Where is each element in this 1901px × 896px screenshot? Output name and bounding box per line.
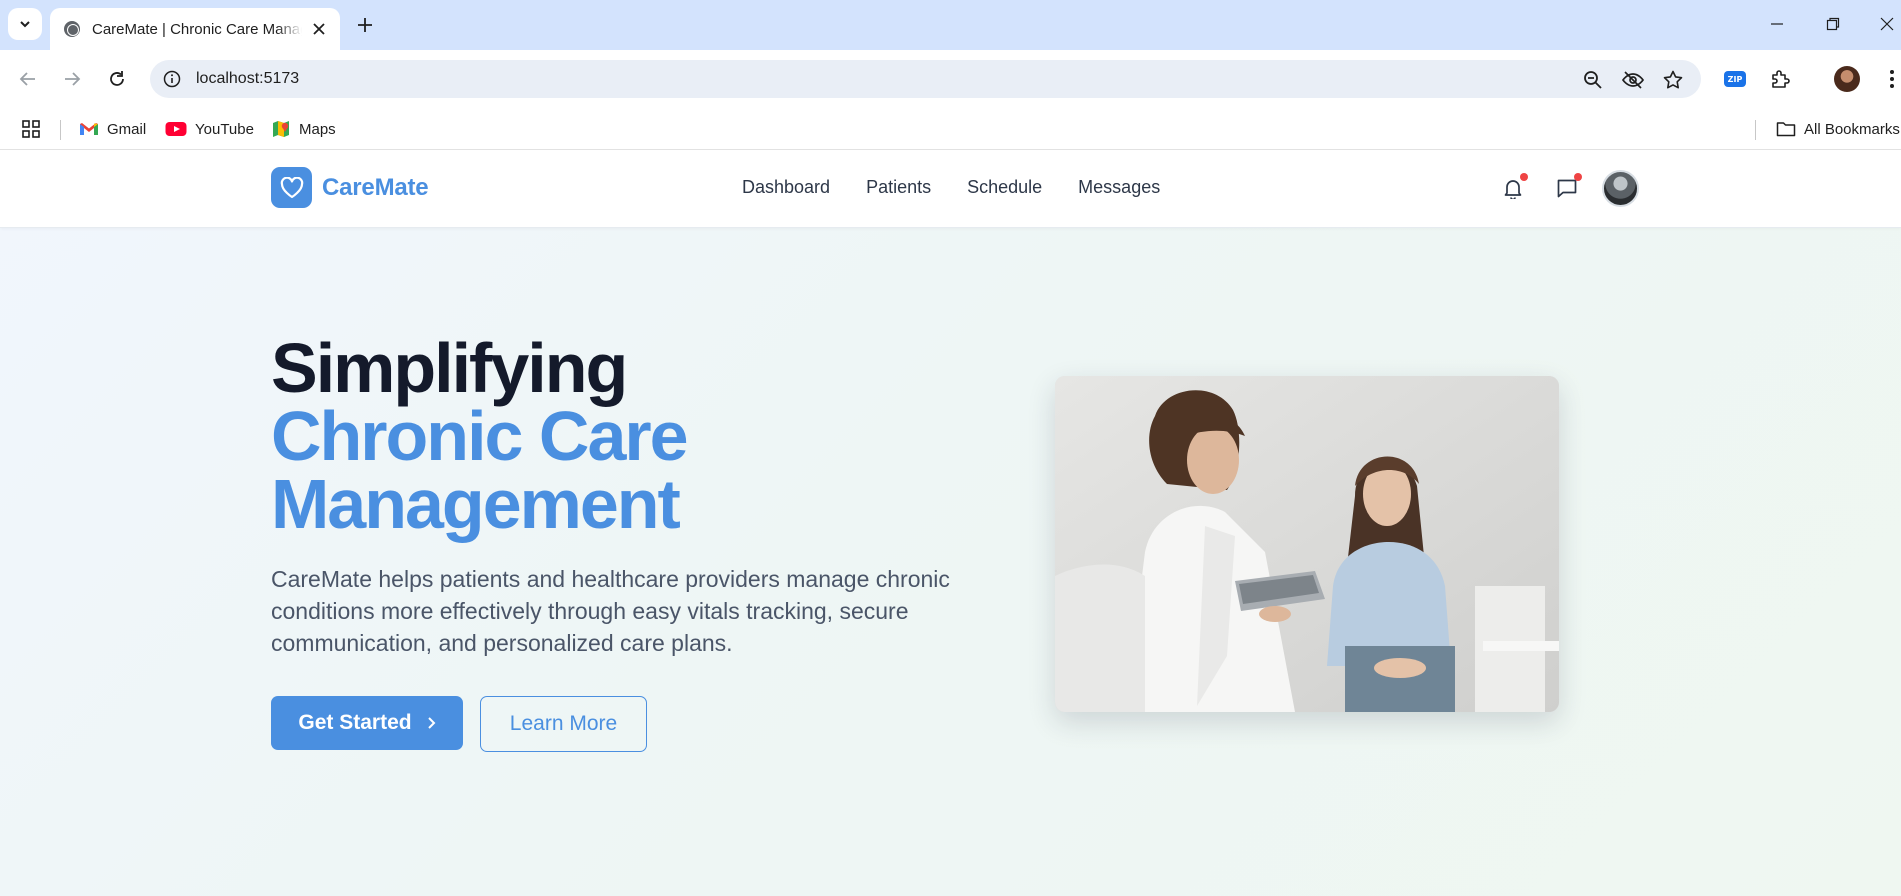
close-icon [313, 23, 325, 35]
bookmark-label: Gmail [107, 120, 147, 138]
bookmark-label: YouTube [195, 120, 254, 138]
gmail-icon [80, 123, 98, 135]
bookmarks-bar: Gmail YouTube Maps All Bookmarks [0, 108, 1901, 150]
eye-off-icon[interactable] [1621, 68, 1645, 92]
site-info-icon[interactable] [162, 69, 182, 89]
nav-dashboard[interactable]: Dashboard [742, 177, 830, 198]
arrow-right-icon [65, 72, 81, 86]
browser-tab-active[interactable]: CareMate | Chronic Care Management [50, 8, 340, 50]
messages-button[interactable] [1552, 173, 1582, 203]
close-tab-button[interactable] [310, 20, 328, 38]
nav-messages[interactable]: Messages [1078, 177, 1160, 198]
learn-more-button[interactable]: Learn More [480, 696, 647, 752]
star-icon[interactable] [1661, 68, 1685, 92]
main-nav: Dashboard Patients Schedule Messages [742, 177, 1160, 198]
arrow-left-icon [19, 72, 35, 86]
new-tab-button[interactable] [352, 12, 378, 38]
hero-description: CareMate helps patients and healthcare p… [271, 566, 950, 656]
bookmark-gmail[interactable]: Gmail [79, 117, 146, 141]
reload-icon [110, 71, 124, 86]
brand-name: CareMate [322, 173, 429, 201]
apps-icon[interactable] [21, 117, 41, 141]
browser-tabstrip: CareMate | Chronic Care Management [0, 0, 1901, 50]
hero-title: Simplifying Chronic Care Management [271, 329, 689, 543]
tab-search-button[interactable] [8, 8, 42, 40]
brand-logo-link[interactable]: CareMate [271, 167, 429, 208]
learn-more-label: Learn More [509, 712, 618, 735]
maps-icon [273, 121, 289, 137]
close-icon [1880, 17, 1894, 31]
close-window-button[interactable] [1872, 10, 1901, 38]
notifications-button[interactable] [1498, 173, 1528, 203]
profile-avatar [1834, 66, 1860, 92]
hero-title-line-1: Simplifying [271, 329, 628, 407]
zoom-icon[interactable] [1581, 68, 1605, 92]
user-avatar[interactable] [1602, 170, 1639, 207]
site-header: CareMate Dashboard Patients Schedule Mes… [0, 150, 1901, 228]
url-text[interactable]: localhost:5173 [196, 70, 299, 88]
heart-icon [271, 167, 312, 208]
bookmarks-divider [1755, 120, 1756, 140]
message-dot [1574, 173, 1582, 181]
chevron-down-icon [20, 21, 30, 28]
hero-title-line-2: Chronic Care [271, 397, 689, 475]
page-content: CareMate Dashboard Patients Schedule Mes… [0, 150, 1901, 896]
nav-patients[interactable]: Patients [866, 177, 931, 198]
chat-icon [1557, 179, 1577, 198]
get-started-button[interactable]: Get Started [271, 696, 463, 750]
back-button[interactable] [13, 64, 43, 94]
minimize-icon [1771, 23, 1783, 25]
folder-icon [1776, 122, 1796, 137]
extensions-puzzle-icon[interactable] [1767, 65, 1795, 93]
bookmark-maps[interactable]: Maps [271, 117, 336, 141]
forward-button[interactable] [57, 64, 87, 94]
doctor-patient-photo [1055, 376, 1559, 712]
restore-window-button[interactable] [1818, 10, 1848, 38]
profile-avatar-button[interactable] [1833, 65, 1861, 93]
plus-icon [358, 18, 372, 32]
more-menu-icon[interactable] [1878, 65, 1901, 93]
chevron-right-icon [427, 717, 436, 729]
reload-button[interactable] [102, 64, 132, 94]
get-started-label: Get Started [298, 711, 412, 734]
globe-icon [64, 21, 80, 37]
all-bookmarks-label: All Bookmarks [1804, 120, 1900, 138]
notification-dot [1520, 173, 1528, 181]
restore-icon [1826, 17, 1840, 31]
nav-schedule[interactable]: Schedule [967, 177, 1042, 198]
hero-image [1055, 376, 1559, 712]
bell-icon [1504, 180, 1522, 199]
browser-toolbar: localhost:5173 ZIP [0, 50, 1901, 108]
address-bar[interactable]: localhost:5173 [150, 60, 1701, 98]
bookmark-label: Maps [299, 120, 336, 138]
bookmark-youtube[interactable]: YouTube [165, 117, 254, 141]
zip-badge: ZIP [1724, 71, 1746, 87]
bookmarks-divider [60, 120, 61, 140]
hero-title-line-3: Management [271, 465, 681, 543]
all-bookmarks-button[interactable]: All Bookmarks [1776, 117, 1900, 141]
youtube-icon [165, 122, 187, 136]
tab-title: CareMate | Chronic Care Management [92, 20, 302, 38]
minimize-window-button[interactable] [1762, 10, 1792, 38]
zip-extension-icon[interactable]: ZIP [1721, 65, 1749, 93]
